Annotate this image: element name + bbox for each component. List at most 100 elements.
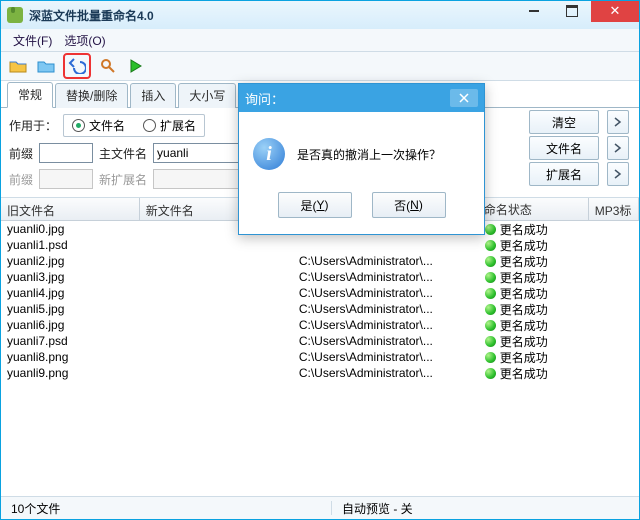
apply-to-radio-group: 文件名 扩展名	[63, 114, 205, 137]
cell-oldname: yuanli2.jpg	[1, 254, 140, 268]
dialog-close-button[interactable]	[450, 89, 478, 107]
table-row[interactable]: yuanli8.pngC:\Users\Administrator\...更名成…	[1, 349, 639, 365]
prefix2-input-disabled	[39, 169, 93, 189]
apply-to-label: 作用于：	[9, 117, 57, 134]
tab-general[interactable]: 常规	[7, 82, 53, 108]
cell-srcpath: C:\Users\Administrator\...	[293, 302, 479, 316]
window-title: 深蓝文件批量重命名4.0	[29, 7, 515, 24]
menubar: 文件(F) 选项(O)	[1, 29, 639, 52]
status-success-icon	[485, 224, 496, 235]
menu-options[interactable]: 选项(O)	[58, 30, 111, 51]
menu-file[interactable]: 文件(F)	[7, 30, 58, 51]
tab-insert[interactable]: 插入	[130, 83, 176, 108]
status-success-icon	[485, 272, 496, 283]
tab-case[interactable]: 大小写	[178, 83, 236, 108]
cell-oldname: yuanli9.png	[1, 366, 140, 380]
cell-srcpath: C:\Users\Administrator\...	[293, 366, 479, 380]
prefix2-label-disabled: 前缀	[9, 171, 33, 188]
table-row[interactable]: yuanli2.jpg C:\Users\Administrator\...更名成…	[1, 253, 639, 269]
radio-filename[interactable]: 文件名	[72, 117, 125, 134]
maximize-button[interactable]	[553, 0, 591, 22]
cell-status: 更名成功	[479, 301, 590, 318]
cell-srcpath: C:\Users\Administrator\...	[293, 350, 479, 364]
side-buttons: 清空 文件名 扩展名	[529, 110, 599, 186]
radio-extension-label: 扩展名	[160, 117, 196, 134]
add-file-button[interactable]	[35, 55, 57, 77]
confirm-dialog: 询问： i 是否真的撤消上一次操作？ 是(Y) 否(N)	[238, 83, 485, 235]
cell-srcpath: C:\Users\Administrator\...	[293, 254, 479, 268]
dialog-title: 询问：	[245, 89, 284, 108]
table-row[interactable]: yuanli1.psd 更名成功	[1, 237, 639, 253]
cell-oldname: yuanli6.jpg	[1, 318, 140, 332]
statusbar: 10个文件 自动预览 - 关	[1, 496, 639, 519]
cell-status: 更名成功	[479, 269, 590, 286]
toolbar	[1, 52, 639, 81]
cell-srcpath: C:\Users\Administrator\...	[293, 334, 479, 348]
cell-oldname: yuanli1.psd	[1, 238, 140, 252]
titlebar: 深蓝文件批量重命名4.0	[1, 1, 639, 29]
run-button[interactable]	[125, 55, 147, 77]
cell-status: 更名成功	[479, 333, 590, 350]
status-success-icon	[485, 256, 496, 267]
undo-button[interactable]	[66, 55, 88, 77]
search-button[interactable]	[97, 55, 119, 77]
th-status[interactable]: 命名状态	[478, 198, 589, 220]
dialog-titlebar[interactable]: 询问：	[239, 84, 484, 112]
prefix-label: 前缀	[9, 145, 33, 162]
status-preview: 自动预览 - 关	[332, 500, 423, 517]
info-icon: i	[253, 138, 285, 170]
cell-oldname: yuanli4.jpg	[1, 286, 140, 300]
table-row[interactable]: yuanli4.jpg C:\Users\Administrator\...更名成…	[1, 285, 639, 301]
status-success-icon	[485, 240, 496, 251]
undo-highlight	[63, 53, 91, 79]
dialog-message: 是否真的撤消上一次操作？	[297, 146, 441, 163]
status-success-icon	[485, 336, 496, 347]
cell-status: 更名成功	[479, 349, 590, 366]
newext-label-disabled: 新扩展名	[99, 171, 147, 188]
table-body[interactable]: yuanli0.jpg更名成功yuanli1.psd更名成功yuanli2.jp…	[1, 221, 639, 470]
cell-status: 更名成功	[479, 253, 590, 270]
filename-button[interactable]: 文件名	[529, 136, 599, 160]
tab-replace-delete[interactable]: 替换/删除	[55, 83, 128, 108]
chevron-right-3[interactable]	[607, 162, 629, 186]
dialog-yes-button[interactable]: 是(Y)	[278, 192, 352, 218]
mainname-label: 主文件名	[99, 145, 147, 162]
cell-srcpath: C:\Users\Administrator\...	[293, 318, 479, 332]
cell-status: 更名成功	[479, 317, 590, 334]
clear-button[interactable]: 清空	[529, 110, 599, 134]
table-row[interactable]: yuanli9.png C:\Users\Administrator\...更名成…	[1, 365, 639, 381]
chevron-right-2[interactable]	[607, 136, 629, 160]
dialog-no-button[interactable]: 否(N)	[372, 192, 446, 218]
table-row[interactable]: yuanli3.jpgC:\Users\Administrator\...更名成…	[1, 269, 639, 285]
app-logo-icon	[7, 7, 23, 23]
status-success-icon	[485, 368, 496, 379]
th-oldname[interactable]: 旧文件名	[1, 198, 140, 220]
cell-status: 更名成功	[479, 365, 590, 382]
table-row[interactable]: yuanli5.jpg C:\Users\Administrator\...更名成…	[1, 301, 639, 317]
main-window: 深蓝文件批量重命名4.0 文件(F) 选项(O) 常规 替换/	[0, 0, 640, 520]
cell-oldname: yuanli7.psd	[1, 334, 140, 348]
close-button[interactable]	[591, 0, 639, 22]
th-mp3[interactable]: MP3标	[589, 198, 639, 220]
status-success-icon	[485, 304, 496, 315]
table-row[interactable]: yuanli6.jpg C:\Users\Administrator\...更名成…	[1, 317, 639, 333]
radio-extension[interactable]: 扩展名	[143, 117, 196, 134]
open-folder-button[interactable]	[7, 55, 29, 77]
table-row[interactable]: yuanli7.psd C:\Users\Administrator\...更名成…	[1, 333, 639, 349]
minimize-button[interactable]	[515, 0, 553, 22]
status-success-icon	[485, 288, 496, 299]
window-controls	[515, 1, 639, 29]
prefix-input[interactable]	[39, 143, 93, 163]
cell-status: 更名成功	[479, 237, 590, 254]
cell-status: 更名成功	[479, 285, 590, 302]
cell-oldname: yuanli0.jpg	[1, 222, 140, 236]
extension-button[interactable]: 扩展名	[529, 162, 599, 186]
chevron-right-1[interactable]	[607, 110, 629, 134]
status-success-icon	[485, 320, 496, 331]
cell-srcpath: C:\Users\Administrator\...	[293, 286, 479, 300]
status-file-count: 10个文件	[1, 500, 331, 517]
cell-srcpath: C:\Users\Administrator\...	[293, 270, 479, 284]
chevron-buttons	[607, 110, 629, 186]
cell-oldname: yuanli5.jpg	[1, 302, 140, 316]
cell-status: 更名成功	[479, 221, 590, 238]
